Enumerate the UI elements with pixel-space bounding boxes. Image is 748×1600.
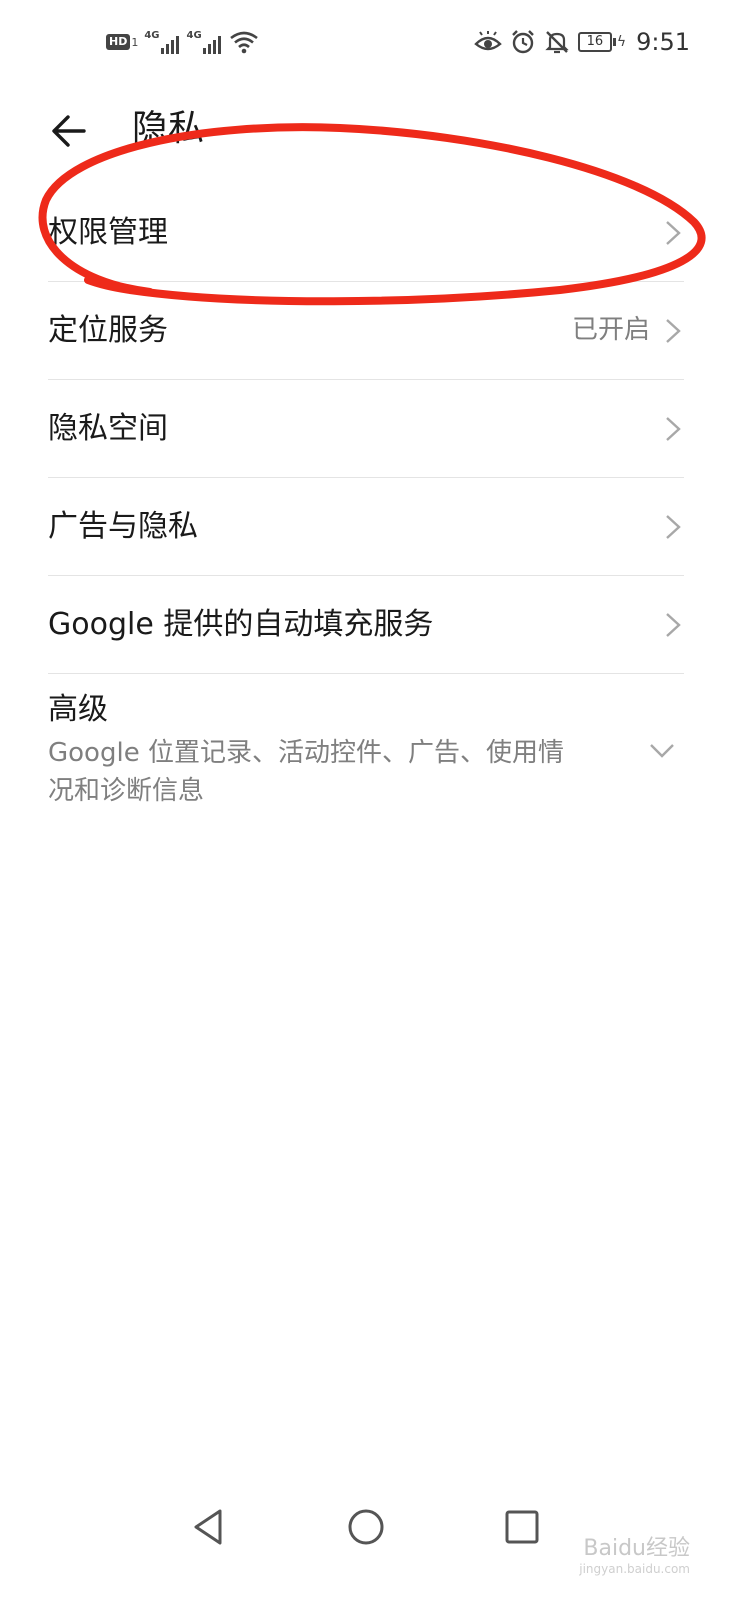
home-circle-icon[interactable] — [341, 1502, 391, 1552]
list-item-label: 隐私空间 — [48, 411, 168, 446]
signal-icon: 4G — [144, 30, 180, 54]
eye-icon — [474, 31, 502, 51]
clock: 9:51 — [636, 28, 690, 56]
list-item-status: 已开启 — [571, 315, 650, 345]
recents-square-icon[interactable] — [497, 1502, 547, 1552]
signal-icon: 4G — [187, 30, 223, 54]
app-header: 隐私 — [0, 94, 748, 164]
watermark: Baidu经验 jingyan.baidu.com — [579, 1530, 690, 1576]
back-triangle-icon[interactable] — [184, 1502, 234, 1552]
status-bar-left: HD 1 4G 4G — [106, 26, 259, 58]
list-item-label: 广告与隐私 — [48, 509, 198, 544]
chevron-right-icon — [666, 613, 681, 637]
wifi-icon — [229, 31, 258, 54]
chevron-right-icon — [666, 319, 681, 343]
list-item-label: Google 提供的自动填充服务 — [48, 607, 434, 642]
chevron-right-icon — [666, 515, 681, 539]
list-item-location-services[interactable]: 定位服务 已开启 — [48, 282, 684, 380]
battery-level: 16 — [577, 32, 612, 52]
alarm-icon — [511, 30, 534, 54]
bell-off-icon — [545, 31, 569, 54]
advanced-description: Google 位置记录、活动控件、广告、使用情况和诊断信息 — [48, 738, 564, 806]
signal-label: 4G — [186, 30, 202, 41]
list-item-permission-management[interactable]: 权限管理 — [48, 184, 684, 282]
list-item-label: 权限管理 — [48, 215, 168, 250]
signal-label: 4G — [144, 30, 160, 41]
hd-sub-label: 1 — [131, 35, 139, 49]
charging-icon: ϟ — [616, 34, 627, 50]
hd-icon: HD 1 — [106, 34, 138, 50]
list-item-ads-privacy[interactable]: 广告与隐私 — [48, 478, 684, 576]
page-title: 隐私 — [132, 108, 205, 149]
status-bar: HD 1 4G 4G 16 ϟ 9:51 — [0, 0, 748, 86]
settings-list: 权限管理 定位服务 已开启 隐私空间 广告与隐私 Google 提供的自动填充服… — [48, 184, 684, 824]
advanced-title: 高级 — [48, 692, 108, 727]
chevron-right-icon — [666, 221, 681, 245]
chevron-down-icon[interactable] — [648, 742, 676, 760]
watermark-sub: jingyan.baidu.com — [579, 1562, 690, 1576]
list-item-label: 定位服务 — [48, 313, 168, 348]
list-item-privacy-space[interactable]: 隐私空间 — [48, 380, 684, 478]
chevron-right-icon — [666, 417, 681, 441]
list-item-autofill-service[interactable]: Google 提供的自动填充服务 — [48, 576, 684, 674]
arrow-left-icon[interactable] — [46, 104, 100, 158]
watermark-text: Baidu经验 — [583, 1536, 690, 1561]
status-bar-right: 16 ϟ 9:51 — [474, 26, 690, 58]
hd-label: HD — [106, 34, 131, 50]
list-item-advanced[interactable]: 高级 Google 位置记录、活动控件、广告、使用情况和诊断信息 — [48, 674, 684, 824]
battery-icon: 16 ϟ — [577, 32, 627, 52]
